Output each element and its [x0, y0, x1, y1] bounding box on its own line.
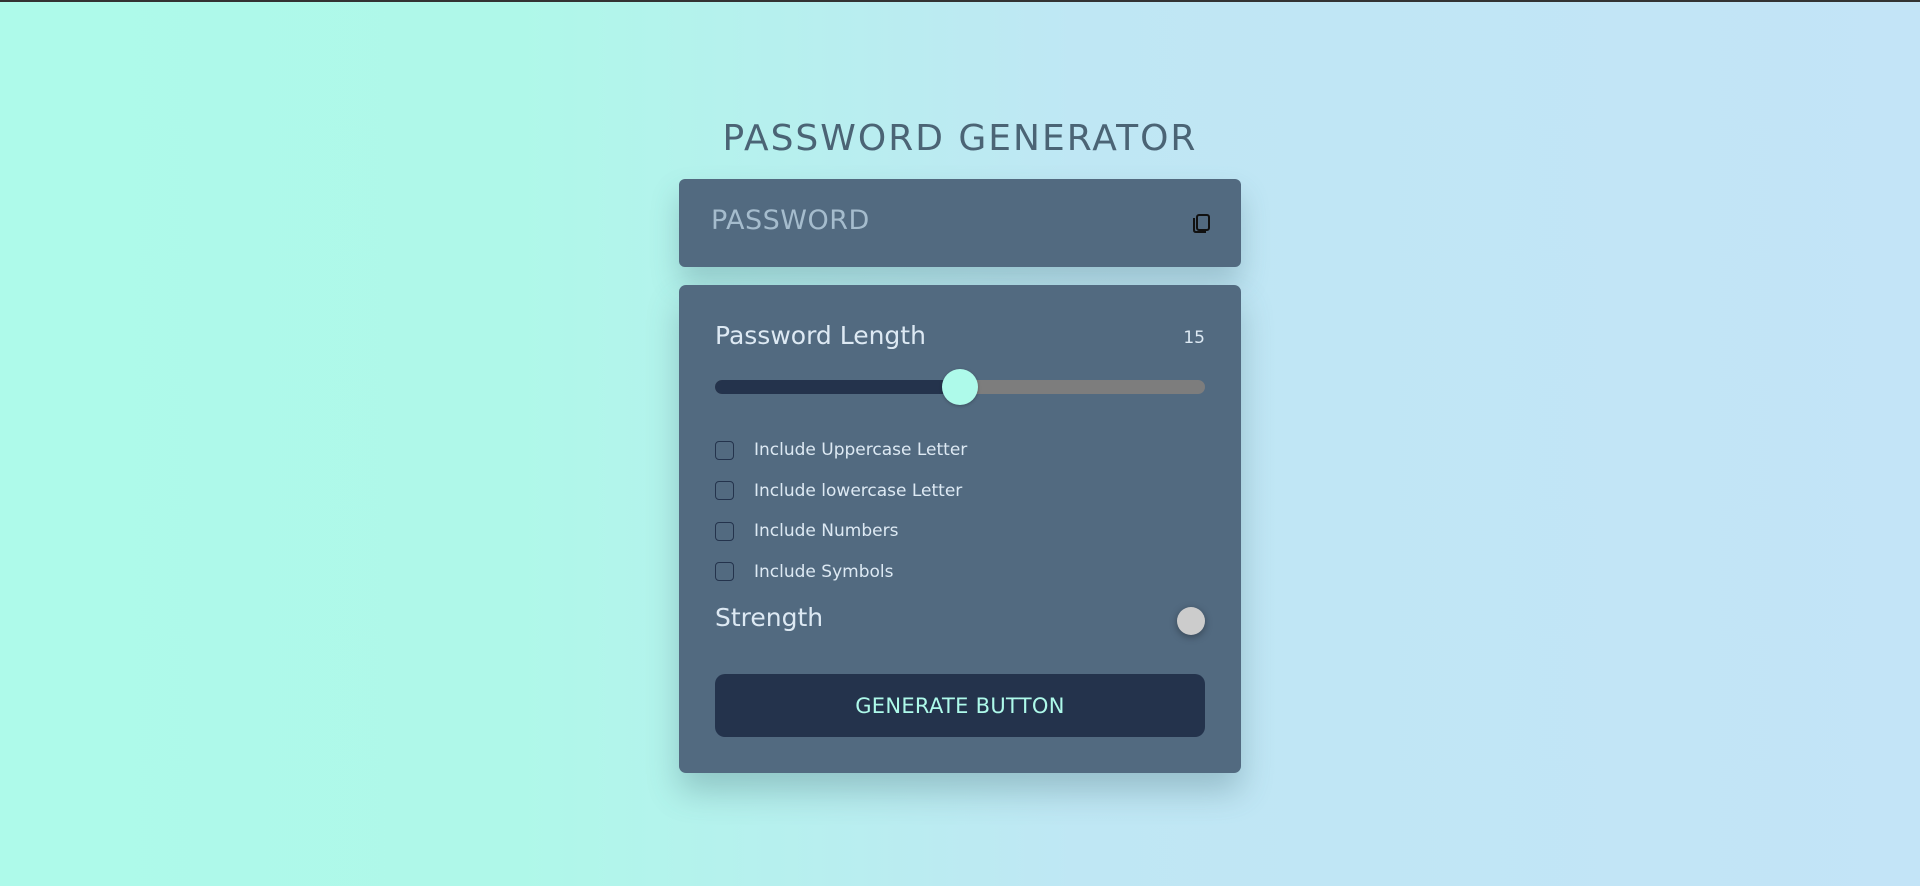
strength-label: Strength	[715, 603, 824, 632]
option-label: Include Uppercase Letter	[754, 440, 968, 461]
option-uppercase[interactable]: Include Uppercase Letter	[715, 430, 967, 471]
option-label: Include Symbols	[754, 561, 894, 582]
options-list: Include Uppercase Letter Include lowerca…	[715, 430, 967, 592]
password-length-label: Password Length	[715, 321, 926, 350]
strength-indicator	[1177, 607, 1205, 635]
option-label: Include lowercase Letter	[754, 480, 963, 501]
numbers-checkbox[interactable]	[715, 521, 734, 541]
password-length-value: 15	[1183, 328, 1205, 348]
uppercase-checkbox[interactable]	[715, 440, 734, 460]
lowercase-checkbox[interactable]	[715, 481, 734, 501]
slider-fill	[715, 380, 960, 394]
option-label: Include Numbers	[754, 521, 899, 542]
password-text: PASSWORD	[711, 205, 870, 236]
option-lowercase[interactable]: Include lowercase Letter	[715, 471, 967, 512]
symbols-checkbox[interactable]	[715, 562, 734, 582]
option-numbers[interactable]: Include Numbers	[715, 511, 967, 552]
settings-card: Password Length 15 Include Uppercase Let…	[679, 285, 1241, 773]
page-title: PASSWORD GENERATOR	[722, 118, 1198, 159]
password-display: PASSWORD	[679, 179, 1241, 267]
slider-thumb[interactable]	[942, 369, 978, 405]
generate-button[interactable]: GENERATE BUTTON	[715, 674, 1205, 737]
option-symbols[interactable]: Include Symbols	[715, 552, 967, 593]
copy-icon[interactable]	[1189, 211, 1213, 235]
password-length-slider[interactable]	[715, 369, 1205, 405]
